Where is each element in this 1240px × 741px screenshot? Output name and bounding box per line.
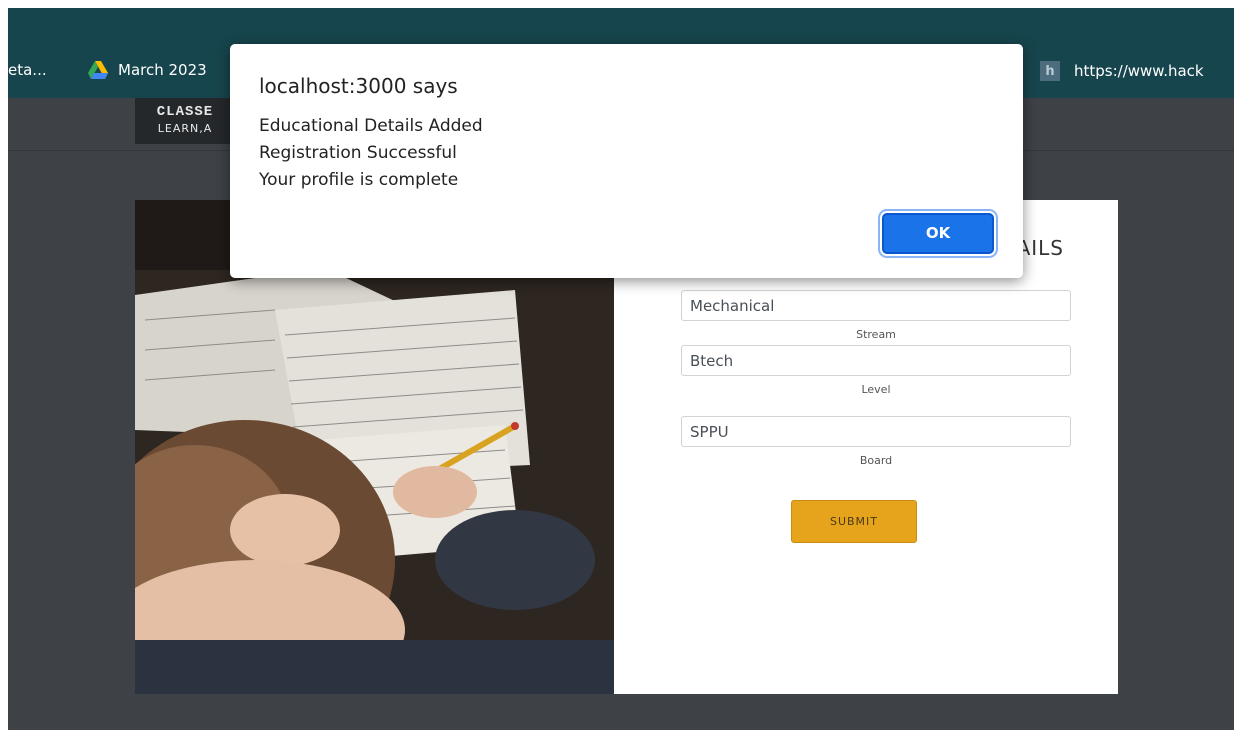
- dialog-title: localhost:3000 says: [259, 74, 458, 98]
- browser-title-strip: [8, 8, 1234, 45]
- bookmark-label: https://www.hack: [1074, 62, 1204, 80]
- bookmark-label: eta...: [8, 61, 47, 79]
- logo-subtitle: LEARN,A: [157, 122, 213, 135]
- level-input[interactable]: [681, 345, 1071, 376]
- stream-input[interactable]: [681, 290, 1071, 321]
- board-label: Board: [859, 454, 893, 467]
- form-heading: AILS: [1016, 236, 1064, 260]
- bookmark-label: March 2023: [118, 61, 207, 79]
- bookmark-item[interactable]: h https://www.hack: [1040, 61, 1204, 81]
- logo-title: CLASSE: [156, 104, 214, 120]
- level-label: Level: [861, 383, 891, 396]
- dialog-message-line: Educational Details Added: [259, 116, 483, 136]
- submit-button[interactable]: SUBMIT: [791, 500, 917, 543]
- google-drive-icon: [88, 61, 108, 79]
- site-logo[interactable]: CLASSE LEARN,A: [135, 98, 235, 144]
- dialog-message-line: Registration Successful: [259, 143, 457, 163]
- board-input[interactable]: [681, 416, 1071, 447]
- dialog-message-line: Your profile is complete: [259, 170, 459, 190]
- alert-dialog: localhost:3000 says Educational Details …: [230, 44, 1023, 278]
- hackerrank-icon: h: [1040, 61, 1060, 81]
- dialog-message: Educational Details Added Registration S…: [259, 113, 483, 194]
- bookmark-item[interactable]: March 2023: [88, 61, 207, 79]
- ok-button[interactable]: OK: [882, 213, 994, 254]
- bookmark-item[interactable]: eta...: [8, 61, 47, 79]
- stream-label: Stream: [856, 328, 896, 341]
